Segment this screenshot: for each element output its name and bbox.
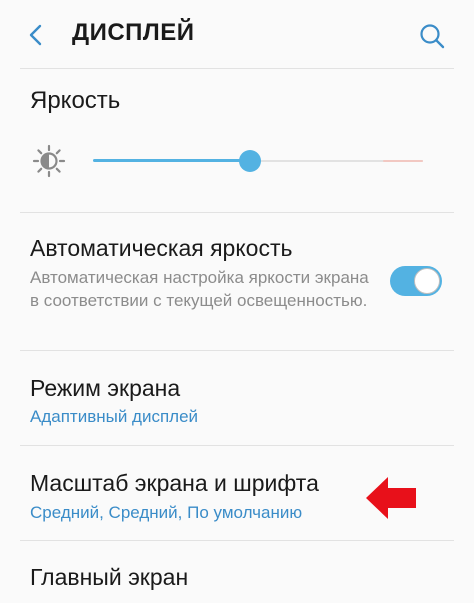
search-icon bbox=[420, 24, 445, 49]
brightness-slider[interactable] bbox=[93, 144, 423, 178]
search-button[interactable] bbox=[416, 20, 448, 52]
screen-zoom-title: Масштаб экрана и шрифта bbox=[30, 470, 319, 496]
home-screen-title: Главный экран bbox=[30, 564, 189, 590]
red-arrow-icon bbox=[364, 474, 420, 522]
slider-fill bbox=[93, 159, 250, 162]
app-header: ДИСПЛЕЙ bbox=[0, 0, 474, 68]
brightness-title: Яркость bbox=[30, 87, 121, 114]
back-button[interactable] bbox=[20, 20, 50, 50]
screen-mode-row[interactable]: Режим экрана Адаптивный дисплей bbox=[0, 351, 474, 445]
slider-track-end bbox=[383, 159, 423, 162]
toggle-knob bbox=[414, 268, 440, 294]
slider-thumb[interactable] bbox=[239, 150, 261, 172]
sun-icon bbox=[32, 144, 66, 178]
divider bbox=[20, 68, 454, 69]
home-screen-row[interactable]: Главный экран bbox=[0, 541, 474, 603]
auto-brightness-title: Автоматическая яркость bbox=[30, 235, 293, 261]
auto-brightness-description: Автоматическая настройка яркости экрана … bbox=[30, 268, 369, 310]
screen-zoom-value: Средний, Средний, По умолчанию bbox=[30, 503, 303, 522]
page-title: ДИСПЛЕЙ bbox=[72, 19, 195, 46]
auto-brightness-toggle[interactable] bbox=[390, 266, 442, 296]
screen-mode-title: Режим экрана bbox=[30, 375, 181, 401]
chevron-left-icon bbox=[29, 24, 42, 46]
screen-mode-value: Адаптивный дисплей bbox=[30, 407, 199, 426]
